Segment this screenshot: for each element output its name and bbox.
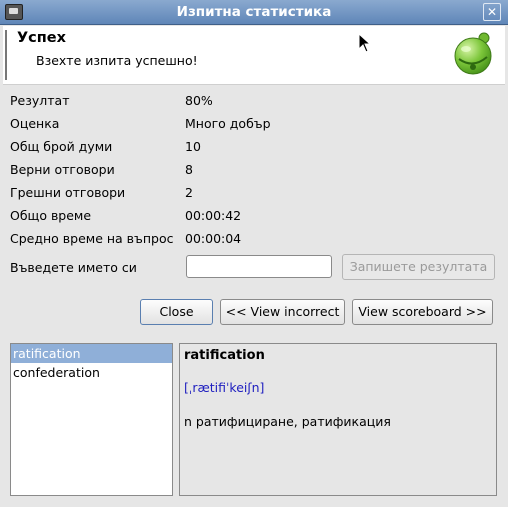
result-header: Успех Взехте изпита успешно! (3, 26, 505, 85)
bell-icon (454, 32, 492, 75)
definition-pronunciation: [ˌrætifiˈkeiʃn] (184, 380, 265, 395)
list-item[interactable]: confederation (11, 363, 172, 382)
stat-value-total-words: 10 (185, 139, 201, 154)
definition-word: ratification (184, 348, 265, 363)
close-button[interactable]: Close (140, 299, 213, 325)
word-list[interactable]: ratification confederation (10, 343, 173, 496)
header-subtitle: Взехте изпита успешно! (36, 53, 198, 68)
window-close-button[interactable]: ✕ (483, 3, 501, 21)
stat-label-total-time: Общо време (10, 208, 92, 223)
save-result-button[interactable]: Запишете резултата (342, 254, 495, 280)
stat-label-wrong: Грешни отговори (10, 185, 126, 200)
stat-value-wrong: 2 (185, 185, 193, 200)
stat-value-avg-time: 00:00:04 (185, 231, 242, 246)
view-scoreboard-button[interactable]: View scoreboard >> (352, 299, 493, 325)
stat-value-total-time: 00:00:42 (185, 208, 242, 223)
header-title: Успех (17, 30, 66, 46)
stat-value-correct: 8 (185, 162, 193, 177)
definition-meaning: n ратифициране, ратификация (184, 414, 391, 429)
header-divider (5, 30, 7, 80)
list-item[interactable]: ratification (11, 344, 172, 363)
title-bar: Изпитна статистика ✕ (0, 0, 508, 25)
stat-label-avg-time: Средно време на въпрос (10, 231, 174, 246)
stat-label-grade: Оценка (10, 116, 60, 131)
name-input[interactable] (186, 255, 332, 278)
stat-value-score: 80% (185, 93, 213, 108)
stat-label-score: Резултат (10, 93, 70, 108)
stat-label-total-words: Общ брой думи (10, 139, 113, 154)
window-title: Изпитна статистика (176, 4, 332, 20)
name-label: Въведете името си (10, 260, 137, 275)
view-incorrect-button[interactable]: << View incorrect (220, 299, 345, 325)
definition-panel: ratification [ˌrætifiˈkeiʃn] n ратифицир… (179, 343, 497, 496)
stat-label-correct: Верни отговори (10, 162, 115, 177)
stat-value-grade: Много добър (185, 116, 271, 131)
mouse-cursor-icon (358, 33, 372, 53)
